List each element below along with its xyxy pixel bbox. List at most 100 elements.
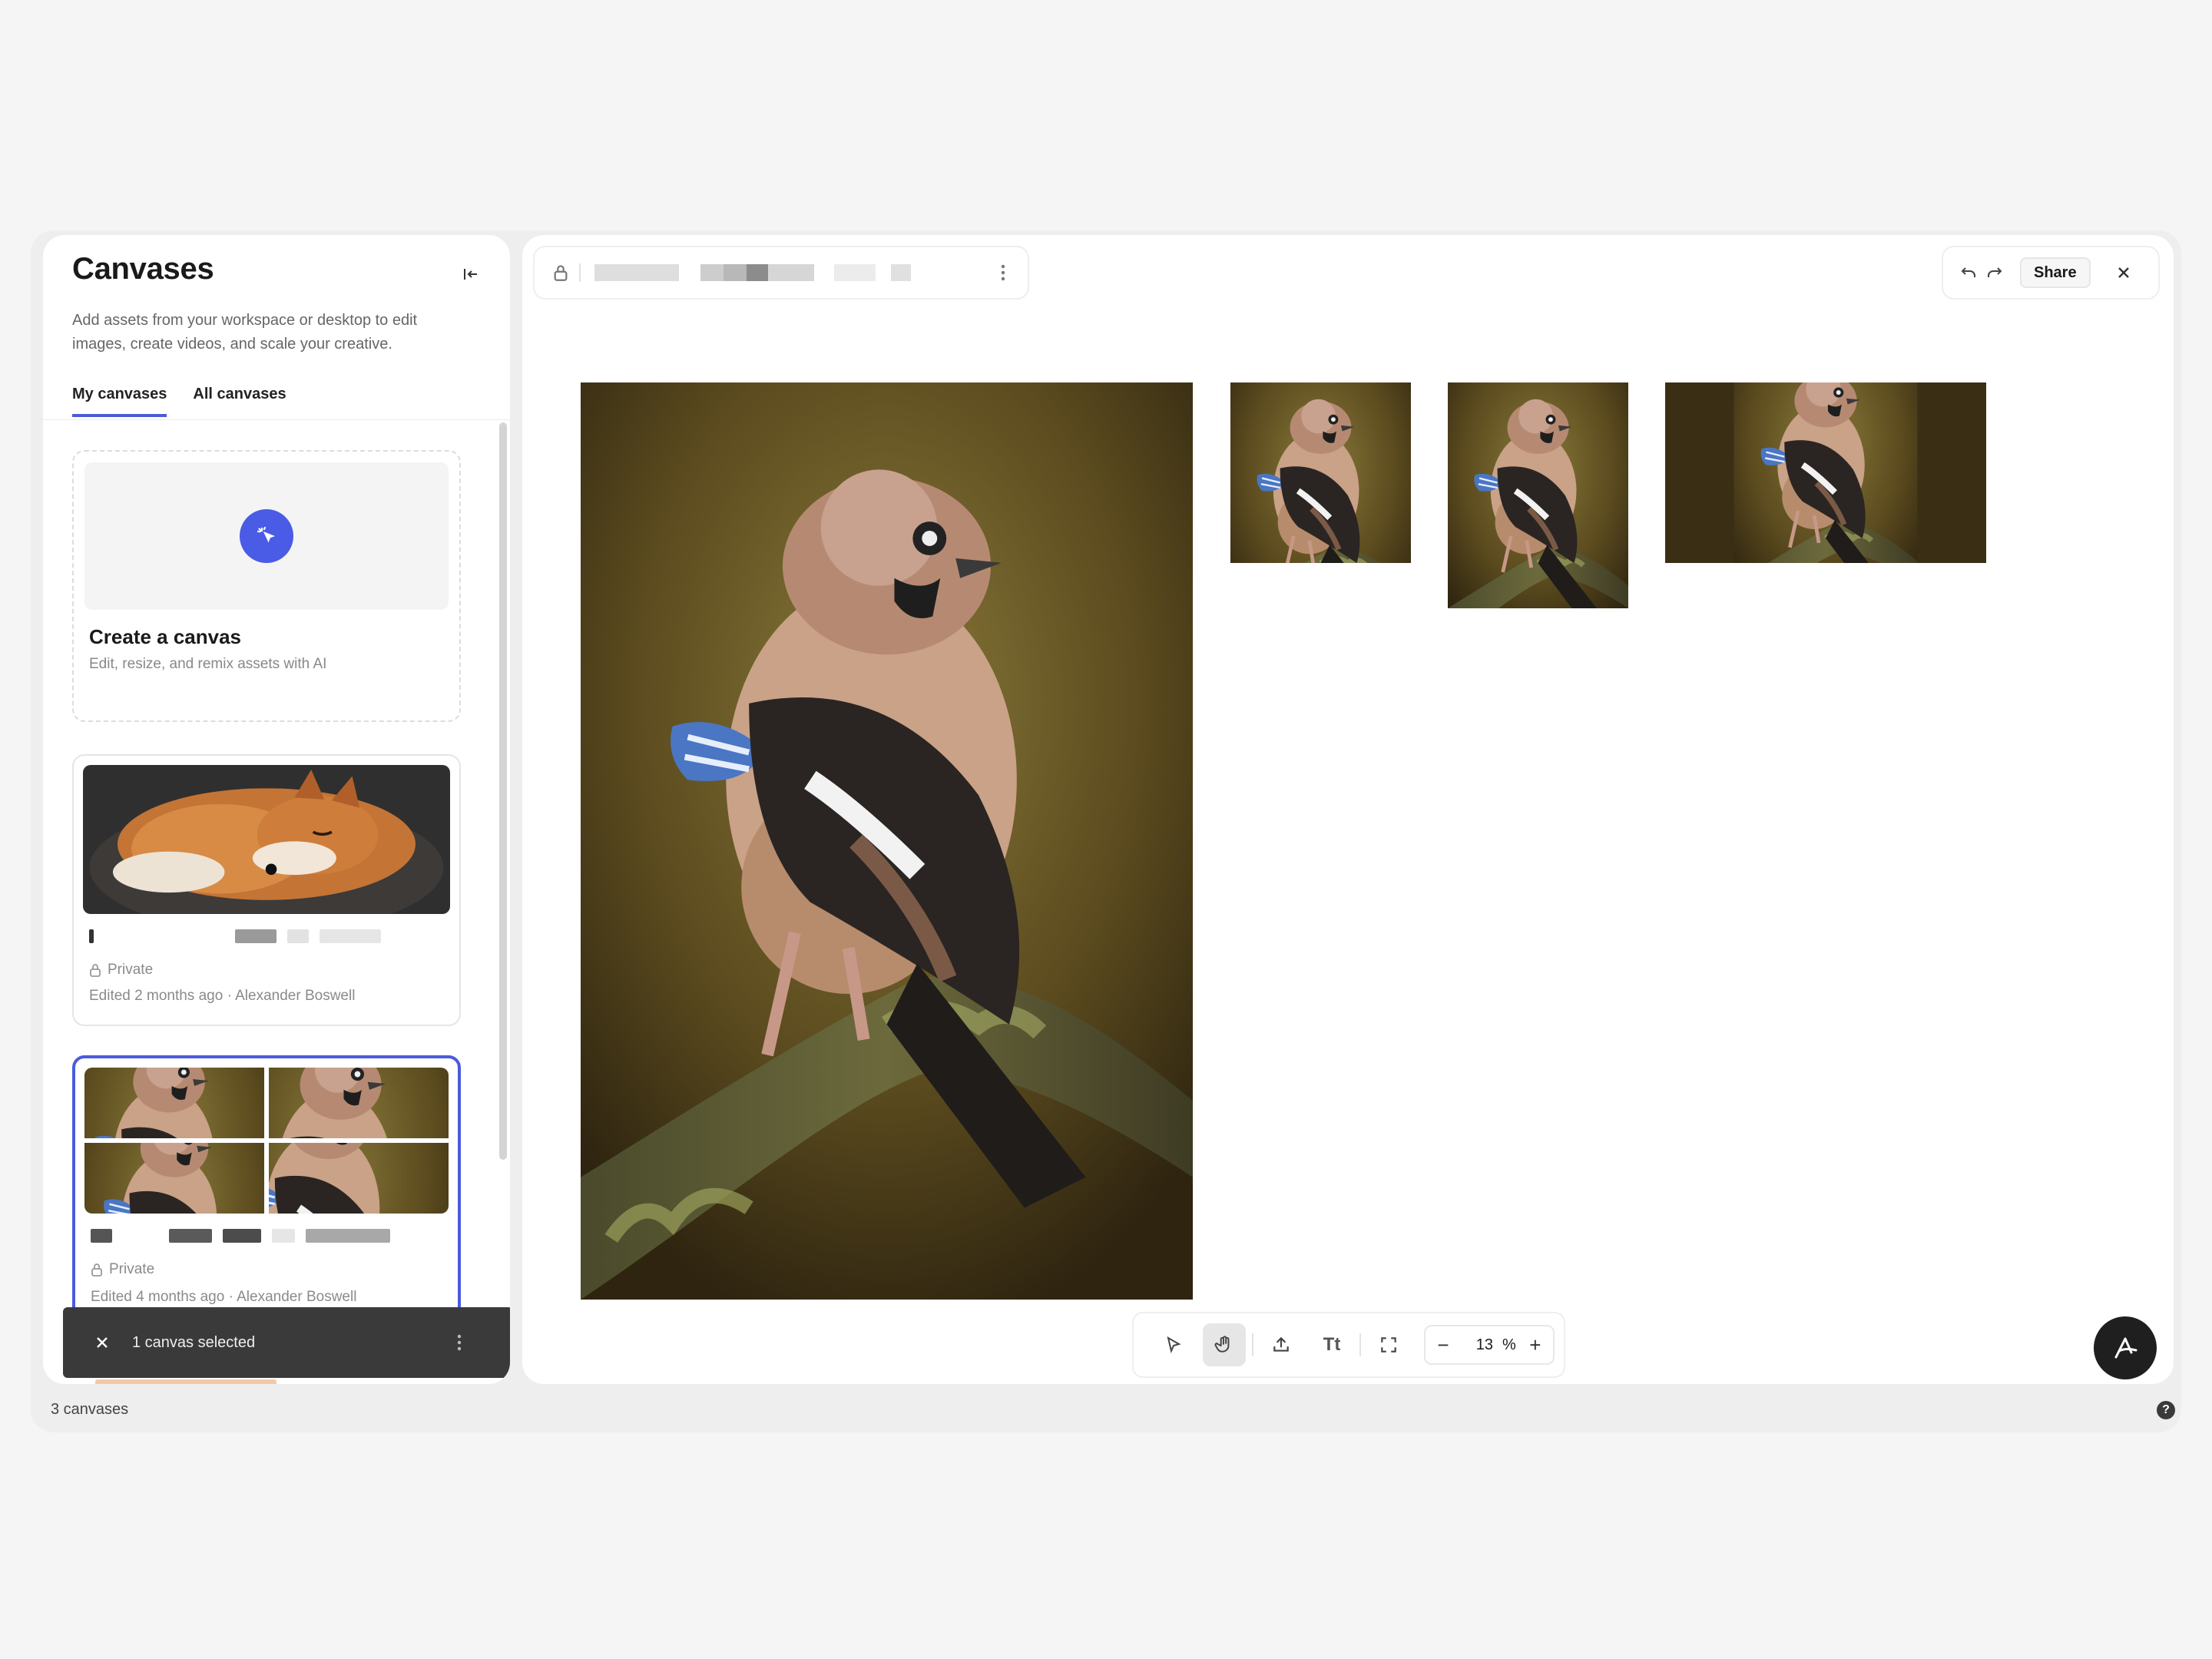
edited-label: Edited 4 months ago · Alexander Boswell	[91, 1289, 357, 1305]
scrollbar-thumb[interactable]	[499, 422, 507, 1160]
canvas-lock-button[interactable]	[550, 262, 571, 283]
redacted-block	[287, 929, 309, 943]
zoom-value[interactable]: 13	[1462, 1336, 1493, 1354]
select-tool-button[interactable]	[1152, 1323, 1195, 1366]
jay-thumbnail-image	[84, 1068, 264, 1138]
ai-assistant-button[interactable]	[2094, 1316, 2157, 1379]
zoom-control: − 13 % +	[1424, 1325, 1555, 1365]
redacted-title	[700, 264, 724, 281]
create-canvas-card[interactable]: Create a canvas Edit, resize, and remix …	[72, 450, 461, 722]
toolbar-separator	[1252, 1333, 1253, 1356]
app-window: Canvases Add assets from your workspace …	[31, 230, 2181, 1432]
collapse-sidebar-icon	[464, 269, 477, 280]
undo-button[interactable]	[1955, 260, 1982, 286]
tab-all-canvases[interactable]: All canvases	[193, 386, 286, 417]
redacted-block	[272, 1229, 295, 1243]
select-arrow-icon	[1167, 1336, 1181, 1354]
collapse-sidebar-button[interactable]	[458, 261, 484, 287]
sidebar-scrollbar[interactable]	[499, 422, 507, 1375]
redacted-block	[320, 929, 381, 943]
zoom-unit: %	[1502, 1336, 1516, 1353]
clear-selection-button[interactable]	[89, 1330, 115, 1356]
close-icon	[2118, 267, 2129, 278]
redacted-title	[747, 264, 768, 281]
canvas-image-square[interactable]	[1230, 382, 1411, 563]
upload-button[interactable]	[1260, 1323, 1303, 1366]
sparkle-cursor-icon	[257, 526, 276, 543]
visibility-label: Private	[109, 1261, 155, 1277]
redo-icon	[1988, 267, 2002, 277]
redacted-title	[834, 264, 876, 281]
sidebar-description: Add assets from your workspace or deskto…	[72, 312, 418, 353]
hand-tool-button[interactable]	[1203, 1323, 1246, 1366]
canvas-title-bar	[533, 246, 1029, 300]
canvas-image-portrait[interactable]	[1448, 382, 1628, 608]
fit-screen-icon	[1381, 1337, 1396, 1353]
next-canvas-peek	[95, 1379, 276, 1384]
canvas-thumbnail-grid	[84, 1068, 449, 1214]
canvas-thumbnail	[83, 765, 450, 914]
text-tool-button[interactable]: Tt	[1310, 1323, 1353, 1366]
canvas-tabs: My canvases All canvases	[72, 386, 286, 417]
jay-thumbnail-image	[84, 1143, 264, 1214]
selection-more-button[interactable]	[452, 1330, 467, 1356]
lock-icon	[91, 1263, 102, 1277]
redacted-block	[91, 1229, 112, 1243]
canvas-edited-info: Edited 4 months ago · Alexander Boswell	[91, 1289, 356, 1306]
create-canvas-button[interactable]	[240, 509, 293, 563]
redacted-block	[89, 929, 94, 943]
zoom-out-button[interactable]: −	[1433, 1333, 1453, 1356]
redacted-block	[235, 929, 276, 943]
more-vertical-icon	[457, 1334, 462, 1351]
redacted-block	[169, 1229, 212, 1243]
redacted-block	[223, 1229, 261, 1243]
hand-icon	[1214, 1336, 1230, 1353]
help-icon: ?	[2162, 1403, 2170, 1416]
zoom-in-button[interactable]: +	[1525, 1333, 1545, 1356]
canvas-image-landscape[interactable]	[1665, 382, 1986, 563]
canvas-options-button[interactable]	[997, 260, 1009, 285]
visibility-label: Private	[108, 962, 154, 978]
canvases-sidebar: Canvases Add assets from your workspace …	[43, 235, 510, 1384]
redacted-title	[594, 264, 679, 281]
jay-thumbnail-image	[269, 1068, 449, 1138]
edited-label: Edited 2 months ago · Alexander Boswell	[89, 988, 356, 1004]
selection-count-text: 1 canvas selected	[132, 1333, 256, 1351]
toolbar-separator	[1359, 1333, 1361, 1356]
share-button[interactable]: Share	[2020, 257, 2091, 288]
canvas-visibility: Private	[89, 962, 153, 979]
redacted-title	[768, 264, 814, 281]
sidebar-title: Canvases	[72, 252, 214, 286]
jay-bird-image	[1230, 382, 1411, 563]
redo-button[interactable]	[1982, 260, 2008, 286]
canvas-name-redacted	[89, 929, 381, 943]
canvas-card-fox[interactable]: Private Edited 2 months ago · Alexander …	[72, 754, 461, 1026]
tab-my-canvases[interactable]: My canvases	[72, 386, 167, 417]
redacted-block	[306, 1229, 390, 1243]
help-button[interactable]: ?	[2157, 1401, 2175, 1419]
jay-bird-image	[1448, 382, 1628, 608]
selection-toast: 1 canvas selected	[63, 1307, 510, 1378]
title-separator	[579, 263, 581, 282]
ai-assistant-icon	[2114, 1337, 2137, 1359]
jay-thumbnail-image	[269, 1143, 449, 1214]
canvas-edited-info: Edited 2 months ago · Alexander Boswell	[89, 988, 355, 1005]
editor-actions: Share	[1942, 246, 2160, 300]
tab-divider	[43, 419, 510, 420]
canvas-image-main[interactable]	[581, 382, 1193, 1300]
create-canvas-subtitle: Edit, resize, and remix assets with AI	[89, 656, 327, 672]
canvas-count: 3 canvases	[51, 1401, 129, 1418]
redacted-title	[891, 264, 911, 281]
canvas-editor: Share Tt − 13 % +	[522, 235, 2174, 1384]
create-canvas-preview	[84, 462, 449, 610]
lock-icon	[554, 265, 568, 281]
close-icon	[97, 1337, 108, 1348]
fox-thumbnail-image	[83, 765, 450, 914]
jay-bird-image	[581, 382, 1193, 1300]
upload-icon	[1273, 1336, 1289, 1352]
fit-screen-button[interactable]	[1367, 1323, 1410, 1366]
lock-icon	[90, 964, 101, 977]
redacted-title	[724, 264, 747, 281]
close-editor-button[interactable]	[2111, 260, 2137, 286]
canvas-visibility: Private	[91, 1261, 154, 1278]
